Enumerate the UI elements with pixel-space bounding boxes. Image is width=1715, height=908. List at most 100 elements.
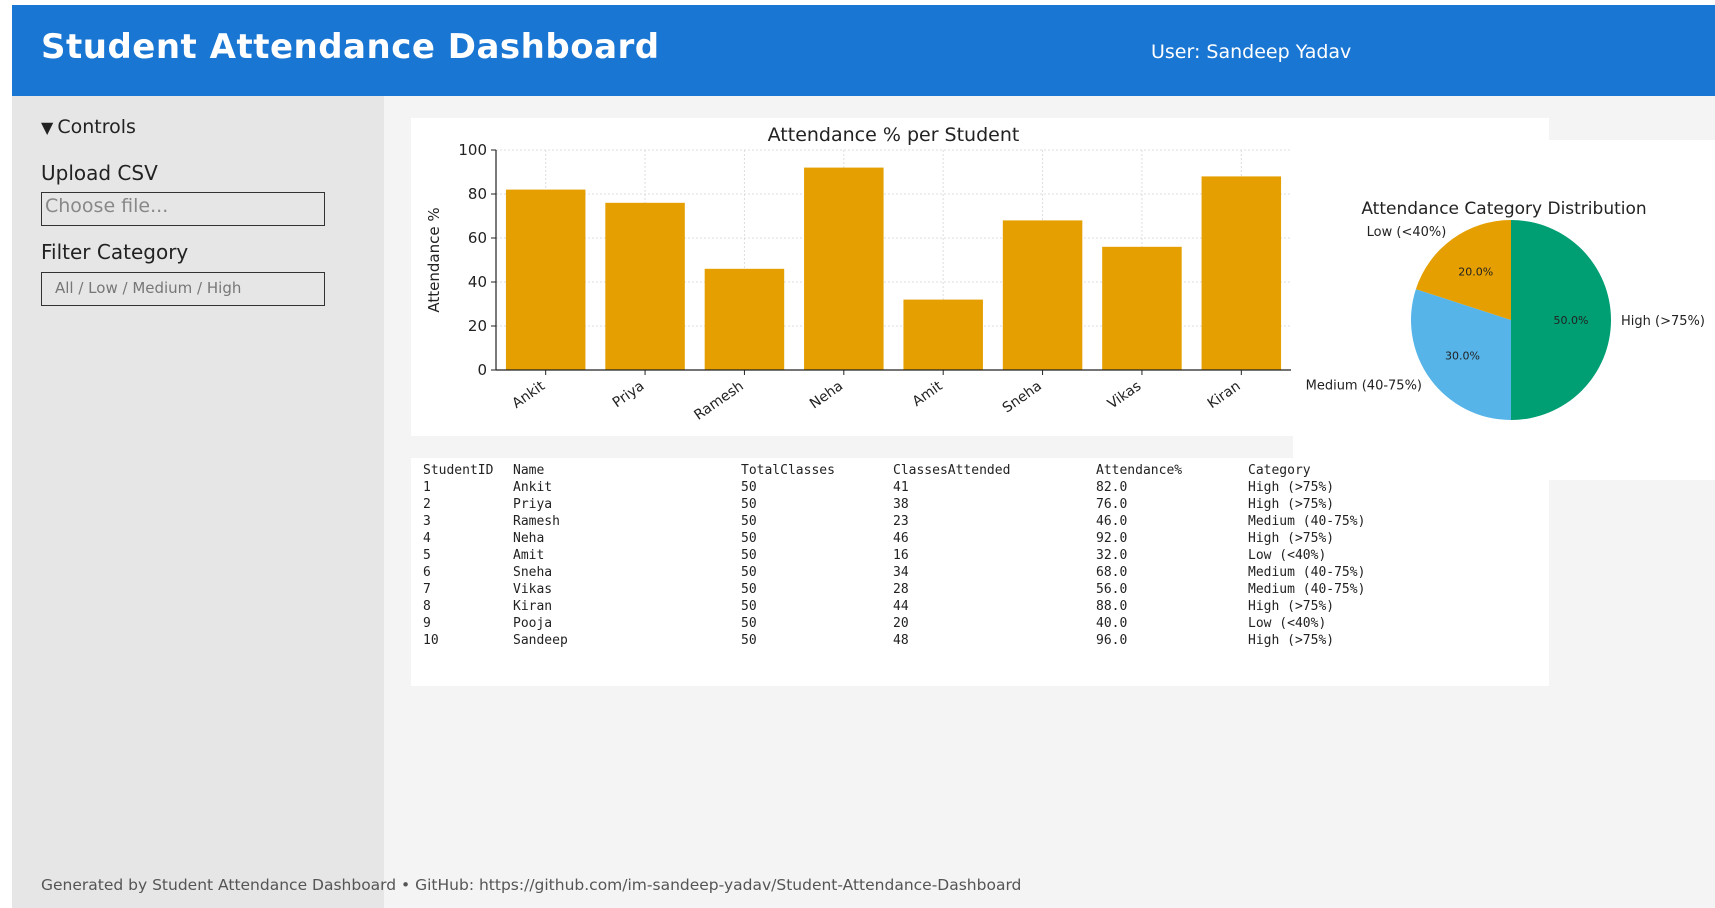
table-cell: 2 [423,497,431,512]
table-cell: Kiran [513,599,553,614]
x-tick-label: Kiran [1205,378,1244,412]
attendance-table: StudentID Name TotalClasses ClassesAttended… [423,462,1418,649]
x-tick-label: Priya [610,378,648,411]
table-cell: High (>75%) [1248,480,1335,495]
table-cell: Ramesh [513,514,560,529]
controls-toggle[interactable]: ▼ Controls [41,116,136,138]
filter-category-select[interactable]: All / Low / Medium / High [41,272,325,306]
sidebar: ▼ Controls Upload CSV Choose file... Filt… [12,96,384,908]
table-cell: 40.0 [1096,616,1128,631]
table-cell: 50 [741,599,757,614]
table-cell: Vikas [513,582,553,597]
bar-kiran [1201,176,1282,370]
table-row: 8 Kiran 50 44 88.0 High (>75%) [423,598,1418,615]
bar-neha [804,167,884,370]
table-cell: 56.0 [1096,582,1128,597]
table-cell: 50 [741,565,757,580]
pie-pct-label: 20.0% [1458,265,1493,278]
pie-slice-label: High (>75%) [1621,314,1705,329]
bar-chart-title: Attendance % per Student [768,124,1020,146]
table-row: 4 Neha 50 46 92.0 High (>75%) [423,530,1418,547]
column-header: TotalClasses [741,463,835,478]
category-pie-chart: Attendance Category Distribution 50.0% Hig… [1306,199,1705,420]
table-cell: 10 [423,633,439,648]
table-cell: 76.0 [1096,497,1128,512]
user-label: User: Sandeep Yadav [1151,41,1352,63]
x-tick-label: Sneha [1000,378,1045,416]
table-cell: 5 [423,548,431,563]
y-tick-label: 40 [468,273,487,291]
x-tick-label: Ramesh [691,378,746,423]
table-cell: 38 [893,497,909,512]
pie-pct-label: 30.0% [1445,349,1480,362]
filter-category-label: Filter Category [41,240,189,264]
table-cell: 50 [741,548,757,563]
table-cell: Medium (40-75%) [1248,514,1366,529]
bar-vikas [1102,246,1182,370]
table-row: 2 Priya 50 38 76.0 High (>75%) [423,496,1418,513]
table-cell: 7 [423,582,431,597]
table-cell: High (>75%) [1248,497,1335,512]
table-row: 6 Sneha 50 34 68.0 Medium (40-75%) [423,564,1418,581]
table-row: 9 Pooja 50 20 40.0 Low (<40%) [423,615,1418,632]
table-row: 3 Ramesh 50 23 46.0 Medium (40-75%) [423,513,1418,530]
attendance-table-panel: StudentID Name TotalClasses ClassesAttended… [411,458,1549,686]
x-tick-label: Amit [910,378,946,410]
bar-ankit [505,189,586,370]
column-header: ClassesAttended [893,463,1011,478]
table-row: 1 Ankit 50 41 82.0 High (>75%) [423,479,1418,496]
table-cell: 44 [893,599,909,614]
table-cell: High (>75%) [1248,531,1335,546]
table-cell: High (>75%) [1248,633,1335,648]
table-row: 10 Sandeep 50 48 96.0 High (>75%) [423,632,1418,649]
x-tick-label: Neha [807,378,846,412]
table-cell: High (>75%) [1248,599,1335,614]
app-title: Student Attendance Dashboard [41,27,660,67]
table-cell: 50 [741,633,757,648]
table-cell: Medium (40-75%) [1248,565,1366,580]
table-cell: 8 [423,599,431,614]
y-axis-label: Attendance % [425,207,443,312]
bar-priya [605,202,685,370]
table-cell: Ankit [513,480,553,495]
table-cell: Medium (40-75%) [1248,582,1366,597]
table-cell: 50 [741,480,757,495]
table-cell: Priya [513,497,553,512]
table-cell: Amit [513,548,545,563]
table-cell: Low (<40%) [1248,616,1327,631]
table-cell: 50 [741,582,757,597]
table-row: 7 Vikas 50 28 56.0 Medium (40-75%) [423,581,1418,598]
caret-down-icon: ▼ [41,118,54,137]
table-cell: Sneha [513,565,553,580]
table-cell: 41 [893,480,909,495]
table-cell: 28 [893,582,909,597]
pie-slice-label: Low (<40%) [1367,225,1447,240]
table-cell: 68.0 [1096,565,1128,580]
table-cell: 20 [893,616,909,631]
app-header: Student Attendance Dashboard User: Sande… [12,5,1715,96]
table-cell: 32.0 [1096,548,1128,563]
y-tick-label: 60 [468,229,487,247]
column-header: StudentID [423,463,494,478]
table-cell: Neha [513,531,545,546]
upload-csv-input[interactable]: Choose file... [41,192,325,226]
y-tick-label: 0 [477,361,487,379]
y-tick-label: 80 [468,185,487,203]
table-cell: 48 [893,633,909,648]
bar-amit [903,299,983,370]
bar-ramesh [704,268,785,370]
table-cell: 23 [893,514,909,529]
pie-chart-panel: Attendance Category Distribution 50.0% Hig… [1293,140,1715,480]
table-cell: 50 [741,497,757,512]
pie-chart-title: Attendance Category Distribution [1361,199,1646,219]
table-cell: 4 [423,531,431,546]
table-cell: 3 [423,514,431,529]
controls-label: Controls [57,116,136,138]
x-tick-label: Vikas [1105,378,1144,412]
table-cell: 50 [741,531,757,546]
column-header: Name [513,463,545,478]
table-cell: 92.0 [1096,531,1128,546]
table-cell: 46.0 [1096,514,1128,529]
table-cell: 34 [893,565,909,580]
table-cell: Pooja [513,616,553,631]
